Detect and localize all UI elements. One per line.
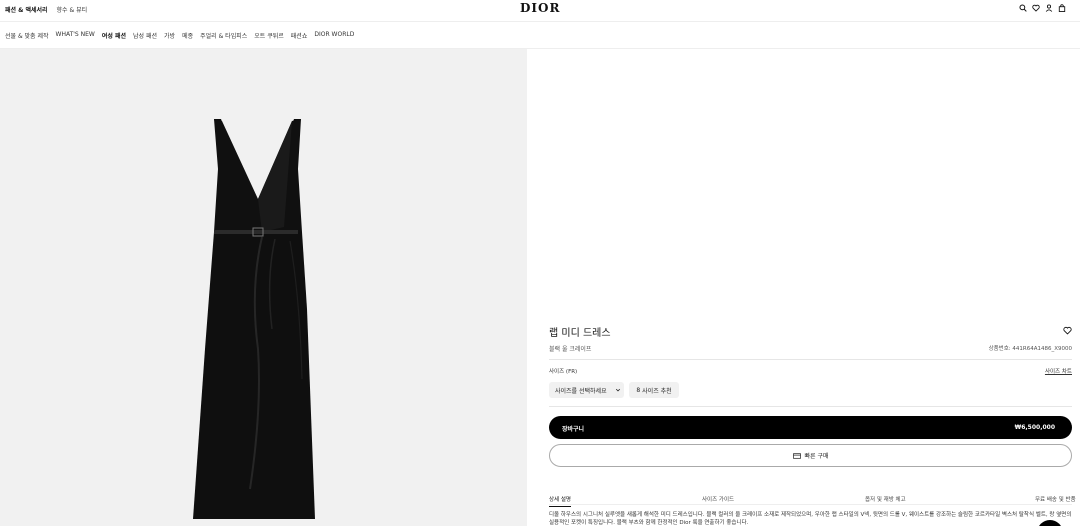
cat-gifts[interactable]: 선물 & 맞춤 제작 [5, 31, 49, 40]
size-recommend-icon: 8 [636, 386, 641, 394]
cat-jewelry[interactable]: 주얼리 & 타임피스 [200, 31, 247, 40]
search-icon[interactable] [1019, 4, 1027, 12]
quick-buy-label: 빠른 구매 [804, 453, 829, 460]
top-link-beauty[interactable]: 향수 & 뷰티 [57, 5, 88, 14]
top-link-fashion[interactable]: 패션 & 액세서리 [5, 5, 48, 14]
title-row: 랩 미디 드레스 [549, 320, 1072, 340]
top-bar: 패션 & 액세서리 향수 & 뷰티 DIOR [0, 0, 1080, 22]
product-price: ₩6,500,000 [1014, 424, 1055, 431]
product-details: 랩 미디 드레스 블랙 울 크레이프 상품번호: 441R64A1486_X90… [549, 320, 1076, 526]
divider [549, 359, 1072, 360]
category-nav: 선물 & 맞춤 제작 WHAT'S NEW 여성 패션 남성 패션 가방 메종 … [0, 22, 1080, 49]
top-links: 패션 & 액세서리 향수 & 뷰티 [5, 5, 87, 14]
cat-maison[interactable]: 메종 [182, 31, 193, 40]
size-recommend-label: 사이즈 추천 [642, 387, 672, 395]
detail-tabs: 상세 설명 사이즈 가이드 옵저 및 재방 체고 무료 배송 및 반품 [549, 493, 1076, 507]
tab-description[interactable]: 상세 설명 [549, 495, 571, 507]
size-select[interactable]: 사이즈를 선택하세요 [549, 382, 624, 398]
size-header: 사이즈 (FR) 사이즈 차트 [549, 365, 1072, 379]
size-chart-link[interactable]: 사이즈 차트 [1045, 367, 1072, 375]
divider [549, 406, 1072, 407]
size-label: 사이즈 (FR) [549, 369, 578, 375]
top-icons [1019, 4, 1066, 12]
product-image-panel[interactable] [0, 49, 527, 526]
product-title: 랩 미디 드레스 [549, 328, 611, 339]
cat-fashion-show[interactable]: 패션쇼 [291, 31, 308, 40]
cat-haute-couture[interactable]: 오트 쿠튀르 [254, 31, 284, 40]
cat-women[interactable]: 여성 패션 [102, 31, 126, 40]
bag-icon[interactable] [1058, 4, 1066, 12]
cat-dior-world[interactable]: DIOR WORLD [314, 31, 354, 40]
heart-icon[interactable] [1032, 4, 1040, 12]
tab-stock[interactable]: 옵저 및 재방 체고 [865, 495, 906, 503]
quick-buy-button[interactable]: 빠른 구매 [549, 444, 1072, 467]
chevron-down-icon [615, 387, 621, 393]
tab-size-guide[interactable]: 사이즈 가이드 [702, 495, 734, 503]
size-recommend-button[interactable]: 8 사이즈 추천 [629, 382, 679, 398]
size-row: 사이즈를 선택하세요 8 사이즈 추천 [549, 382, 1072, 398]
size-select-label: 사이즈를 선택하세요 [555, 387, 607, 395]
add-to-cart-button[interactable]: 장바구니 ₩6,500,000 [549, 416, 1072, 439]
product-subtitle: 블랙 울 크레이프 [549, 346, 592, 353]
cat-men[interactable]: 남성 패션 [133, 31, 157, 40]
tab-shipping[interactable]: 무료 배송 및 반품 [1035, 495, 1076, 503]
dress-image [193, 119, 315, 519]
cat-whats-new[interactable]: WHAT'S NEW [56, 31, 95, 40]
category-items: 선물 & 맞춤 제작 WHAT'S NEW 여성 패션 남성 패션 가방 메종 … [5, 31, 354, 40]
card-icon [792, 452, 801, 459]
dior-logo[interactable]: DIOR [520, 1, 560, 15]
subtitle-row: 블랙 울 크레이프 상품번호: 441R64A1486_X9000 [549, 342, 1072, 358]
product-reference: 상품번호: 441R64A1486_X9000 [988, 346, 1072, 352]
wishlist-heart-icon[interactable] [1063, 326, 1072, 335]
user-icon[interactable] [1045, 4, 1053, 12]
cat-bags[interactable]: 가방 [164, 31, 175, 40]
cart-label: 장바구니 [562, 426, 585, 433]
product-description: 디올 하우스의 시그니처 실루엣을 새롭게 해석한 미디 드레스입니다. 블랙 … [549, 512, 1072, 526]
